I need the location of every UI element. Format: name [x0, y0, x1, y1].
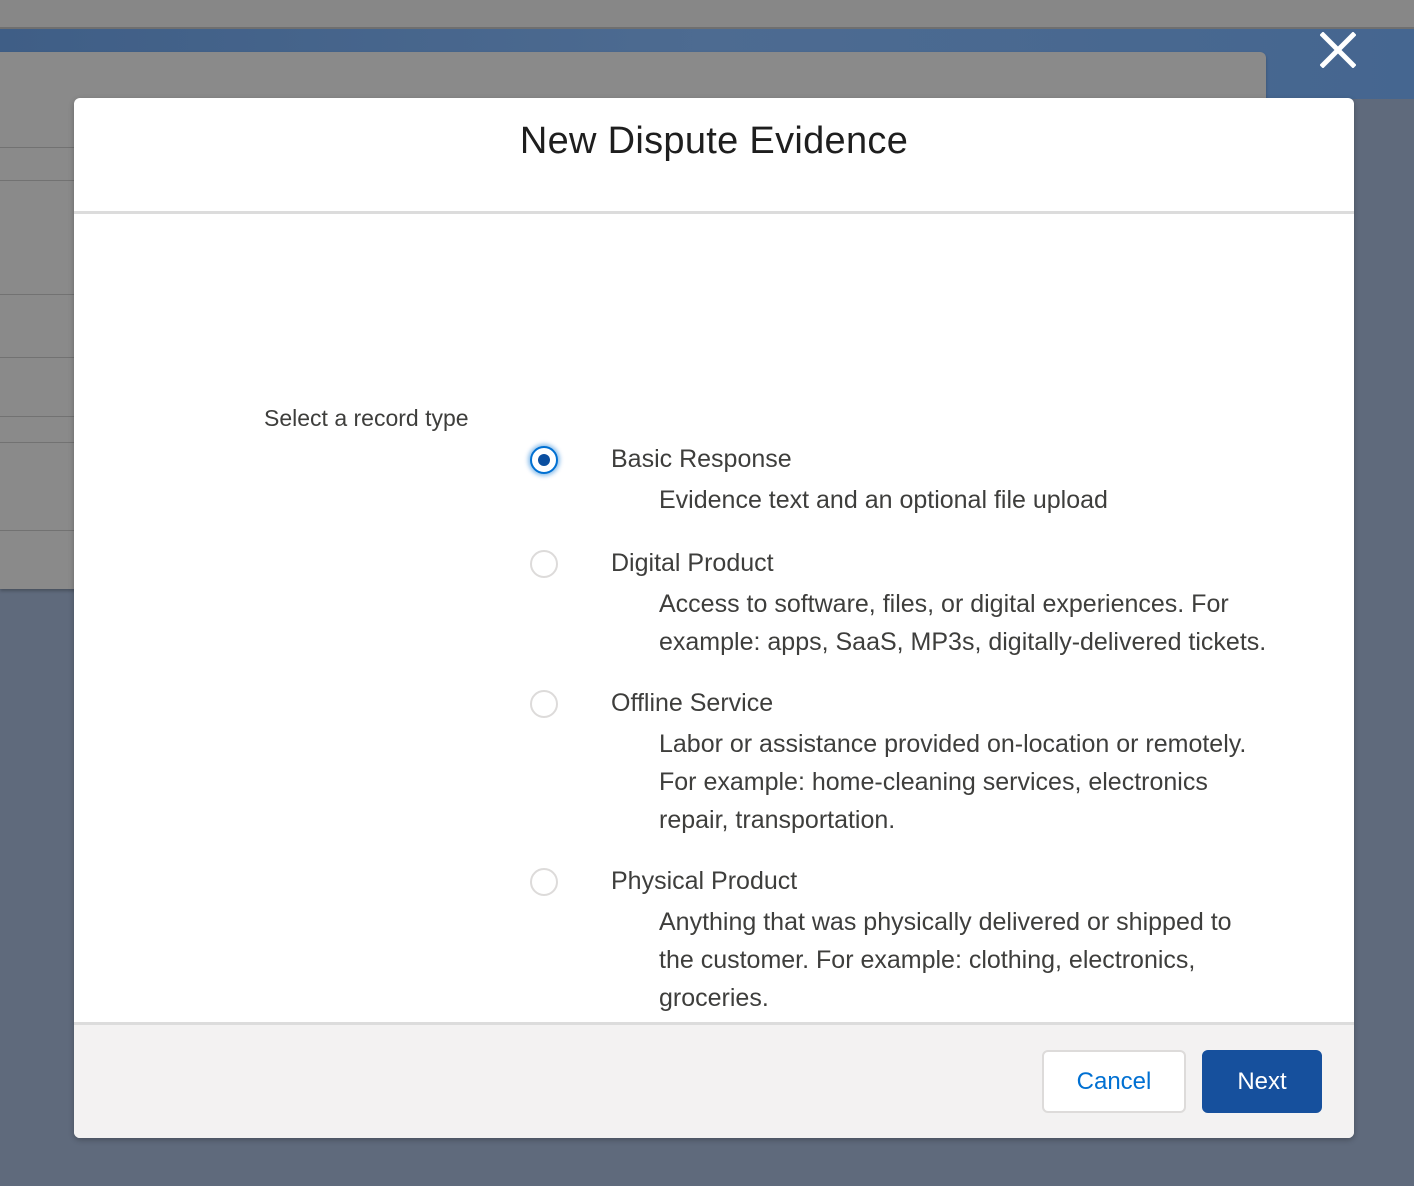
record-type-label: Basic Response [611, 445, 792, 473]
modal-title: New Dispute Evidence [519, 120, 909, 163]
description-line: Access to software, files, or digital ex… [659, 590, 1229, 618]
next-button[interactable]: Next [1202, 1050, 1322, 1113]
record-type-description: Labor or assistance provided on-location… [659, 725, 1246, 839]
description-line: repair, transportation. [659, 806, 896, 834]
background-divider [0, 530, 74, 531]
modal-body: Select a record type Basic Response Evid… [74, 214, 1354, 1022]
record-type-label: Offline Service [611, 689, 774, 717]
background-divider [0, 442, 74, 443]
background-divider [0, 357, 74, 358]
background-top-bar [0, 0, 1414, 29]
description-line: the customer. For example: clothing, ele… [659, 946, 1196, 974]
modal-footer: Cancel Next [74, 1022, 1354, 1138]
radio-button-offline-service[interactable] [530, 690, 558, 718]
description-line: Labor or assistance provided on-location… [659, 730, 1247, 758]
background-divider [0, 147, 74, 148]
background-divider [0, 294, 74, 295]
background-divider [0, 416, 74, 417]
radio-button-digital-product[interactable] [530, 550, 558, 578]
record-type-description: Evidence text and an optional file uploa… [659, 481, 1108, 519]
description-line: groceries. [659, 984, 769, 1012]
close-modal-button[interactable] [1316, 28, 1360, 72]
description-line: Evidence text and an optional file uploa… [659, 486, 1108, 514]
radio-button-basic-response[interactable] [530, 446, 558, 474]
record-type-description: Anything that was physically delivered o… [659, 903, 1232, 1017]
record-type-description: Access to software, files, or digital ex… [659, 585, 1266, 661]
background-divider [0, 180, 74, 181]
description-line: Anything that was physically delivered o… [659, 908, 1232, 936]
new-dispute-evidence-modal: New Dispute Evidence Select a record typ… [74, 98, 1354, 1138]
description-line: For example: home-cleaning services, ele… [659, 768, 1208, 796]
modal-header: New Dispute Evidence [74, 98, 1354, 214]
record-type-group-label: Select a record type [264, 405, 469, 431]
radio-button-physical-product[interactable] [530, 868, 558, 896]
record-type-label: Digital Product [611, 549, 774, 577]
description-line: example: apps, SaaS, MP3s, digitally-del… [659, 628, 1267, 656]
cancel-button[interactable]: Cancel [1042, 1050, 1186, 1113]
record-type-label: Physical Product [611, 867, 798, 895]
close-icon [1320, 32, 1356, 68]
